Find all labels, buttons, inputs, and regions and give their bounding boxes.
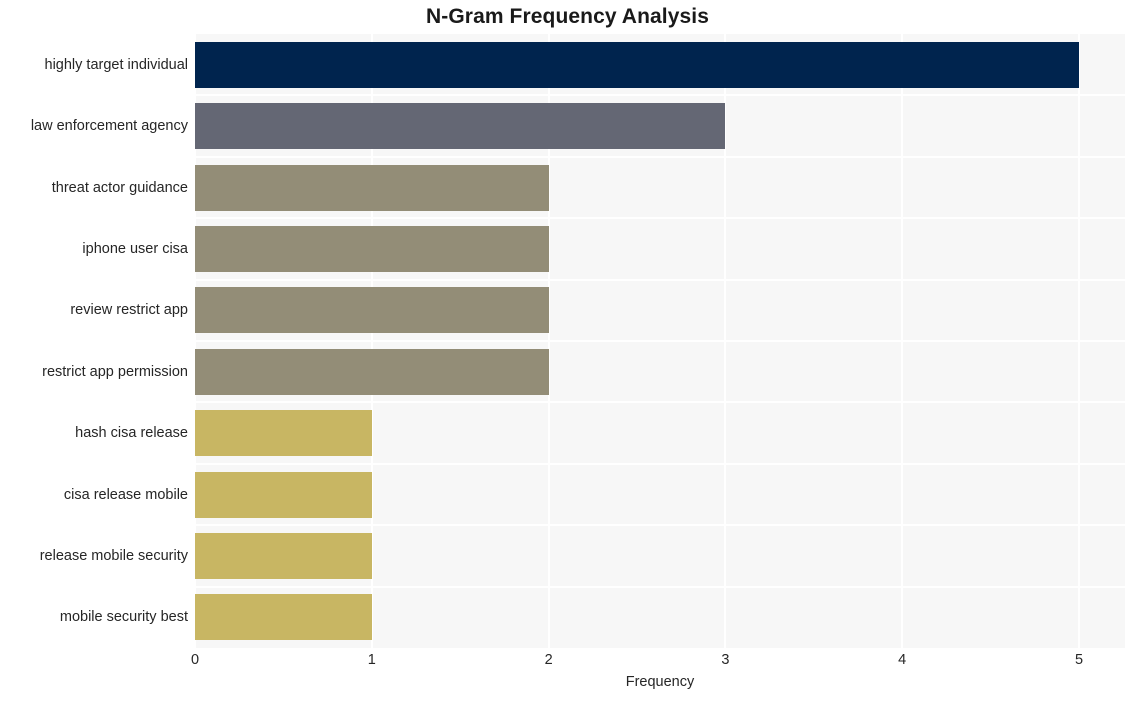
y-tick-label: law enforcement agency: [30, 118, 188, 135]
bar[interactable]: [195, 287, 549, 334]
gridline-y-2: [195, 155, 1125, 158]
chart-figure: N-Gram Frequency Analysis highly target …: [0, 0, 1135, 701]
gridline-y-3: [195, 217, 1125, 220]
bar[interactable]: [195, 410, 372, 457]
y-tick-label: restrict app permission: [42, 363, 188, 380]
chart-title: N-Gram Frequency Analysis: [426, 5, 709, 28]
gridline-y-7: [195, 462, 1125, 465]
y-tick-label: release mobile security: [39, 547, 188, 564]
gridline-y-1: [195, 94, 1125, 97]
bar[interactable]: [195, 225, 549, 272]
x-tick-label: 0: [190, 652, 200, 668]
x-tick-label: 1: [367, 652, 376, 668]
y-tick-label: hash cisa release: [75, 425, 188, 442]
bar[interactable]: [195, 348, 549, 395]
bar[interactable]: [195, 594, 372, 641]
gridline-y-9: [195, 585, 1125, 588]
y-tick-label: cisa release mobile: [63, 486, 188, 503]
x-axis-label: Frequency: [625, 674, 695, 690]
x-tick-label: 4: [898, 652, 907, 668]
y-tick-label: mobile security best: [59, 609, 188, 626]
x-axis-tick-labels: 0 1 2 3 4 5: [191, 652, 1125, 672]
y-tick-label: threat actor guidance: [51, 179, 188, 196]
gridline-y-4: [195, 278, 1125, 281]
x-tick-label: 5: [1074, 652, 1084, 668]
bar[interactable]: [195, 471, 372, 518]
gridline-y-5: [195, 340, 1125, 342]
gridline-y-6: [195, 401, 1125, 404]
x-tick-label: 2: [544, 652, 553, 668]
y-tick-label: highly target individual: [44, 56, 188, 73]
bar[interactable]: [195, 164, 549, 211]
plot-area: [194, 34, 1125, 648]
gridline-y-8: [195, 524, 1125, 527]
bar[interactable]: [195, 41, 1080, 88]
bar[interactable]: [195, 103, 726, 150]
y-axis-tick-labels: highly target individual law enforcement …: [0, 34, 195, 648]
y-tick-label: review restrict app: [70, 302, 188, 319]
y-tick-label: iphone user cisa: [82, 240, 188, 257]
x-tick-label: 3: [721, 652, 730, 668]
bar[interactable]: [195, 532, 372, 579]
